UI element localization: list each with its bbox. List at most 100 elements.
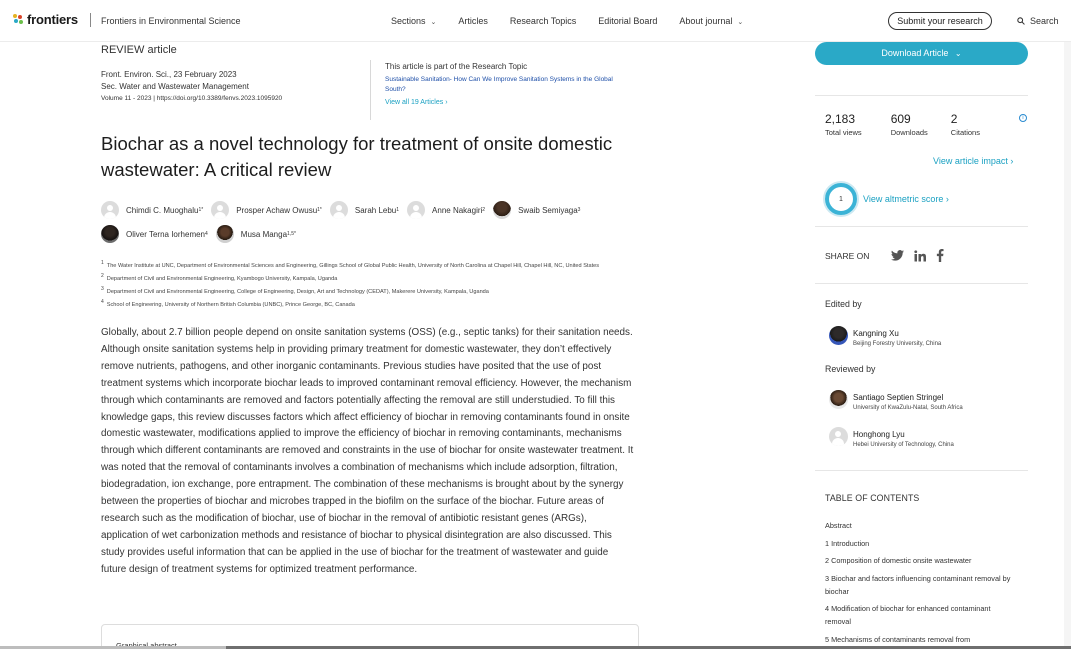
metric-label: Downloads bbox=[890, 128, 928, 137]
metric-value: 2,183 bbox=[825, 112, 856, 126]
author-item[interactable]: Chimdi C. Muoghalu 1* bbox=[101, 201, 203, 219]
frontiers-logo-icon bbox=[13, 14, 24, 25]
author-affiliation-marker: 1,5* bbox=[287, 231, 296, 237]
metric-total-views: 2,183 Total views bbox=[825, 112, 862, 137]
toc-item[interactable]: 2 Composition of domestic onsite wastewa… bbox=[825, 554, 1015, 567]
research-topic-intro: This article is part of the Research Top… bbox=[385, 62, 528, 71]
nav-research-topics[interactable]: Research Topics bbox=[510, 16, 576, 26]
toc-item[interactable]: 3 Biochar and factors influencing contam… bbox=[825, 572, 1015, 598]
reviewer-avatar bbox=[829, 390, 848, 409]
submit-research-button[interactable]: Submit your research bbox=[888, 12, 992, 30]
author-item[interactable]: Swaib Semiyaga 3 bbox=[493, 201, 580, 219]
main-menu: Sections ⌄ Articles Research Topics Edito… bbox=[391, 16, 765, 26]
nav-about-journal-label: About journal bbox=[679, 16, 733, 26]
toc-item[interactable]: 4 Modification of biochar for enhanced c… bbox=[825, 602, 1015, 628]
chevron-down-icon: ⌄ bbox=[430, 19, 437, 26]
nav-sections[interactable]: Sections ⌄ bbox=[391, 16, 436, 26]
affiliation-text: Department of Civil and Environmental En… bbox=[106, 288, 489, 295]
metric-citations: 2 Citations bbox=[951, 112, 980, 137]
toc-item[interactable]: 1 Introduction bbox=[825, 537, 1015, 550]
affiliation-item: 1 The Water Institute at UNC, Department … bbox=[101, 258, 621, 271]
author-avatar bbox=[329, 201, 348, 219]
nav-articles[interactable]: Articles bbox=[458, 16, 488, 26]
author-name: Swaib Semiyaga bbox=[518, 205, 578, 215]
altmetric-link-label: View altmetric score bbox=[863, 194, 944, 204]
download-article-button[interactable]: Download Article ⌄ bbox=[815, 42, 1028, 65]
editor-affiliation: Beijing Forestry University, China bbox=[853, 341, 942, 347]
author-item[interactable]: Sarah Lebu 1 bbox=[329, 201, 400, 219]
reviewer-info: Honghong Lyu Hebei University of Technol… bbox=[853, 430, 954, 448]
view-altmetric-link[interactable]: View altmetric score › bbox=[863, 194, 949, 204]
toc-item[interactable]: 5 Mechanisms of contaminants removal fro… bbox=[825, 633, 1015, 646]
sidebar-divider bbox=[815, 283, 1028, 284]
toc-heading: TABLE OF CONTENTS bbox=[825, 493, 920, 503]
scrollbar-track[interactable] bbox=[1064, 42, 1071, 646]
view-all-articles-link[interactable]: View all 19 Articles › bbox=[385, 99, 625, 106]
author-name: Musa Manga bbox=[240, 229, 288, 239]
chevron-right-icon: › bbox=[1010, 156, 1014, 166]
reviewer-name: Santiago Septien Stringel bbox=[853, 393, 944, 402]
share-icons bbox=[891, 249, 954, 262]
search-label: Search bbox=[1030, 16, 1059, 26]
search-button[interactable]: Search bbox=[1017, 16, 1059, 26]
research-topic-link[interactable]: Sustainable Sanitation- How Can We Impro… bbox=[385, 75, 625, 95]
journal-name-link[interactable]: Frontiers in Environmental Science bbox=[101, 16, 241, 26]
nav-about-journal[interactable]: About journal ⌄ bbox=[679, 16, 743, 26]
editor-entry[interactable]: Kangning Xu Beijing Forestry University,… bbox=[829, 326, 941, 347]
twitter-icon[interactable] bbox=[891, 250, 905, 261]
altmetric-widget[interactable]: 1 View altmetric score › bbox=[825, 183, 949, 215]
author-row: Chimdi C. Muoghalu 1* Prosper Achaw Owusu 1… bbox=[101, 199, 641, 221]
author-avatar bbox=[101, 201, 119, 219]
affiliation-number: 4 bbox=[101, 299, 104, 306]
nav-articles-label: Articles bbox=[458, 16, 488, 26]
table-of-contents: Abstract 1 Introduction 2 Composition of d… bbox=[825, 519, 1015, 649]
reviewer-entry[interactable]: Honghong Lyu Hebei University of Technol… bbox=[829, 427, 954, 448]
author-avatar bbox=[101, 225, 119, 243]
affiliation-text: The Water Institute at UNC, Department o… bbox=[106, 262, 600, 269]
affiliation-text: School of Engineering, University of Nor… bbox=[106, 302, 355, 309]
download-label: Download Article bbox=[881, 48, 949, 58]
author-affiliation-marker: 3 bbox=[577, 207, 581, 213]
logo-text: frontiers bbox=[27, 12, 78, 27]
nav-sections-label: Sections bbox=[391, 16, 426, 26]
editor-info: Kangning Xu Beijing Forestry University,… bbox=[853, 329, 941, 347]
author-item[interactable]: Musa Manga 1,5* bbox=[215, 225, 296, 243]
author-affiliation-marker: 1 bbox=[396, 207, 400, 213]
metric-label: Total views bbox=[825, 128, 862, 137]
chevron-right-icon: › bbox=[445, 99, 448, 106]
author-avatar bbox=[215, 225, 234, 243]
author-item[interactable]: Prosper Achaw Owusu 1* bbox=[211, 201, 322, 219]
article-type: REVIEW article bbox=[101, 44, 177, 56]
chevron-right-icon: › bbox=[945, 194, 949, 204]
info-icon[interactable]: i bbox=[1019, 114, 1027, 122]
author-item[interactable]: Oliver Terna Iorhemen 4 bbox=[101, 225, 208, 243]
affiliation-number: 1 bbox=[101, 260, 104, 266]
meta-divider bbox=[370, 60, 371, 120]
view-article-impact-link[interactable]: View article impact › bbox=[933, 156, 1013, 166]
edited-by-heading: Edited by bbox=[825, 299, 862, 309]
author-row: Oliver Terna Iorhemen 4 Musa Manga 1,5* bbox=[101, 223, 641, 245]
reviewer-entry[interactable]: Santiago Septien Stringel University of … bbox=[829, 390, 963, 411]
reviewer-affiliation: University of KwaZulu-Natal, South Afric… bbox=[853, 405, 963, 411]
section-link[interactable]: Sec. Water and Wastewater Management bbox=[101, 81, 282, 93]
share-section: SHARE ON bbox=[825, 249, 954, 262]
sidebar-divider bbox=[815, 95, 1028, 96]
facebook-icon[interactable] bbox=[936, 249, 944, 262]
author-affiliation-marker: 2 bbox=[482, 207, 486, 213]
doi-link[interactable]: Volume 11 - 2023 | https://doi.org/10.33… bbox=[101, 93, 282, 105]
frontiers-logo[interactable]: frontiers bbox=[13, 12, 78, 27]
article-title: Biochar as a novel technology for treatm… bbox=[101, 133, 613, 180]
nav-editorial-board[interactable]: Editorial Board bbox=[598, 16, 657, 26]
author-name: Sarah Lebu bbox=[354, 205, 397, 215]
nav-editorial-board-label: Editorial Board bbox=[598, 16, 658, 26]
author-item[interactable]: Anne Nakagiri 2 bbox=[407, 201, 485, 219]
chevron-down-icon: ⌄ bbox=[954, 49, 962, 58]
author-affiliation-marker: 4 bbox=[205, 231, 208, 237]
author-avatar bbox=[493, 201, 512, 219]
toc-item[interactable]: Abstract bbox=[825, 519, 1015, 532]
view-all-label: View all 19 Articles bbox=[385, 99, 444, 106]
editor-name: Kangning Xu bbox=[853, 329, 899, 338]
share-label: SHARE ON bbox=[825, 250, 870, 261]
linkedin-icon[interactable] bbox=[914, 249, 927, 262]
author-affiliation-marker: 1* bbox=[198, 207, 204, 213]
